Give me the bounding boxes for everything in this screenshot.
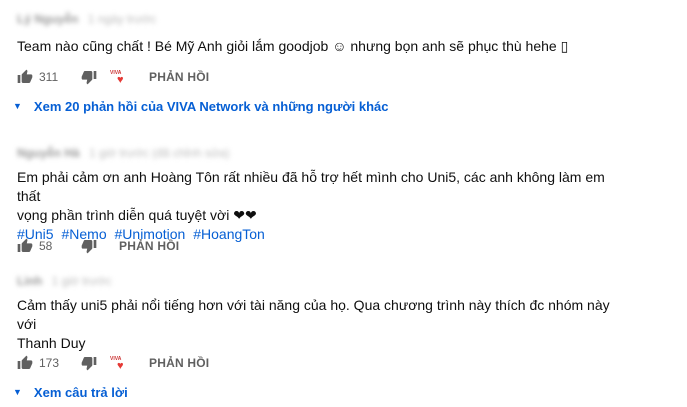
comment-author[interactable]: Linh xyxy=(17,274,42,288)
reply-button[interactable]: PHẢN HỒI xyxy=(149,356,209,370)
thumb-up-icon[interactable] xyxy=(17,238,33,254)
comment-timestamp[interactable]: 1 giờ trước (đã chỉnh sửa) xyxy=(89,146,230,160)
creator-heart-icon: VIVA ♥ xyxy=(109,67,131,87)
comment-actions: 311 VIVA ♥ PHẢN HỒI xyxy=(17,67,209,87)
like-count: 58 xyxy=(39,239,53,253)
thumb-up-icon[interactable] xyxy=(17,355,33,371)
view-replies-label: Xem 20 phản hồi của VIVA Network và nhữn… xyxy=(33,98,389,114)
comment-author-line: Lý Nguyễn 1 ngày trước xyxy=(17,12,156,28)
view-replies-button[interactable]: ▼ Xem câu trả lời xyxy=(13,382,128,402)
comment-actions: 58 PHẢN HỒI xyxy=(17,236,179,256)
view-replies-label: Xem câu trả lời xyxy=(33,384,128,400)
creator-heart-icon: VIVA ♥ xyxy=(109,353,131,373)
comment-text-line: Em phải cảm ơn anh Hoàng Tôn rất nhiều đ… xyxy=(17,169,605,204)
comment-author[interactable]: Nguyễn Hà xyxy=(17,146,80,160)
reply-button[interactable]: PHẢN HỒI xyxy=(149,70,209,84)
heart-icon: ♥ xyxy=(117,360,124,372)
comment-text-line: Team nào cũng chất ! Bé Mỹ Anh giỏi lắm … xyxy=(17,38,569,54)
comment-text: Em phải cảm ơn anh Hoàng Tôn rất nhiều đ… xyxy=(17,168,617,244)
comment-text: Team nào cũng chất ! Bé Mỹ Anh giỏi lắm … xyxy=(17,37,617,56)
heart-icon: ♥ xyxy=(117,74,124,86)
chevron-down-icon: ▼ xyxy=(13,101,22,111)
comment-author-line: Linh 1 giờ trước xyxy=(17,274,111,290)
chevron-down-icon: ▼ xyxy=(13,387,22,397)
hashtag-link[interactable]: #HoangTon xyxy=(193,226,265,242)
comment-timestamp[interactable]: 1 giờ trước xyxy=(52,274,112,288)
comment-text: Cảm thấy uni5 phải nổi tiếng hơn với tài… xyxy=(17,296,617,353)
comment-author[interactable]: Lý Nguyễn xyxy=(17,12,78,26)
thumb-down-icon[interactable] xyxy=(81,69,97,85)
comment-text-line: Thanh Duy xyxy=(17,335,86,351)
view-replies-button[interactable]: ▼ Xem 20 phản hồi của VIVA Network và nh… xyxy=(13,96,389,116)
thumb-down-icon[interactable] xyxy=(81,238,97,254)
like-count: 173 xyxy=(39,356,60,370)
thumb-down-icon[interactable] xyxy=(81,355,97,371)
comment-author-line: Nguyễn Hà 1 giờ trước (đã chỉnh sửa) xyxy=(17,146,230,162)
like-count: 311 xyxy=(39,70,59,84)
comment-actions: 173 VIVA ♥ PHẢN HỒI xyxy=(17,353,209,373)
comment-text-line: Cảm thấy uni5 phải nổi tiếng hơn với tài… xyxy=(17,297,610,332)
thumb-up-icon[interactable] xyxy=(17,69,33,85)
comment-text-line: vọng phần trình diễn quá tuyệt vời ❤❤ xyxy=(17,207,257,223)
comment-timestamp[interactable]: 1 ngày trước xyxy=(88,12,157,26)
reply-button[interactable]: PHẢN HỒI xyxy=(119,239,179,253)
